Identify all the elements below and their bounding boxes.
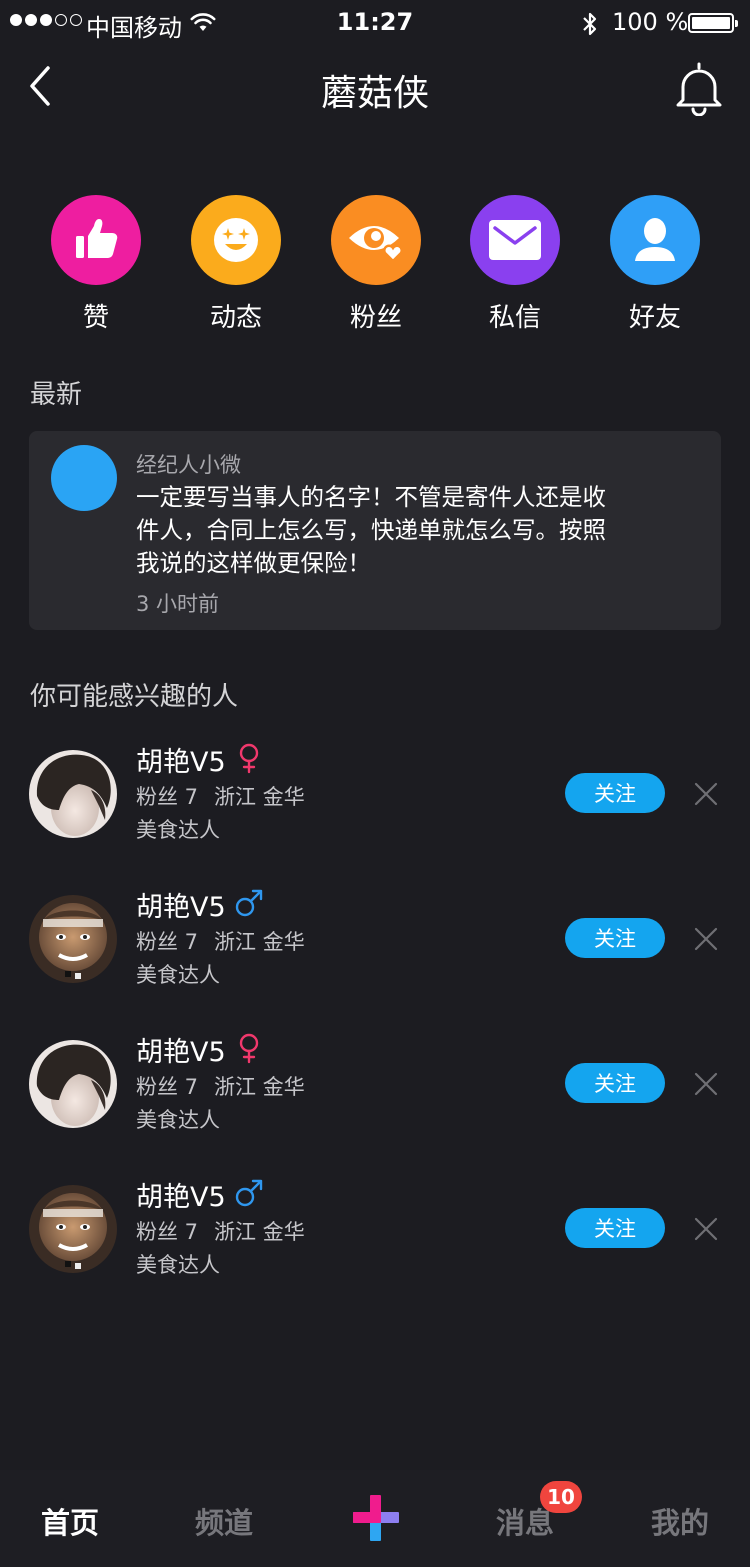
fans-count: 粉丝 7	[136, 1075, 199, 1099]
avatar[interactable]	[29, 895, 117, 983]
bluetooth-icon	[583, 12, 597, 36]
eye-heart-icon	[331, 195, 421, 285]
quick-actions: 赞 动态 粉丝 私信 好友	[0, 195, 750, 345]
page-title: 蘑菇侠	[320, 73, 429, 114]
action-like-label: 赞	[82, 303, 109, 333]
smiley-icon	[191, 195, 281, 285]
action-friends[interactable]: 好友	[585, 195, 725, 334]
tab-bar: 首页 频道 消息 10 我的	[0, 1470, 750, 1567]
follow-button[interactable]: 关注	[565, 918, 665, 958]
close-icon[interactable]	[693, 1216, 719, 1242]
person-tag: 美食达人	[136, 1253, 220, 1277]
mail-icon	[470, 195, 560, 285]
navigation-bar: 蘑菇侠	[0, 48, 750, 128]
follow-button[interactable]: 关注	[565, 773, 665, 813]
person-tag: 美食达人	[136, 818, 220, 842]
publish-plus-icon[interactable]	[353, 1495, 399, 1541]
list-item[interactable]: 胡艳V5 粉丝 7 浙江 金华 美食达人 关注	[0, 889, 750, 1015]
action-messages[interactable]: 私信	[445, 195, 585, 334]
close-icon[interactable]	[693, 1071, 719, 1097]
close-icon[interactable]	[693, 781, 719, 807]
avatar[interactable]	[29, 750, 117, 838]
battery-icon	[688, 13, 738, 33]
tab-home[interactable]: 首页	[41, 1500, 99, 1542]
action-like[interactable]: 赞	[26, 195, 166, 334]
tab-messages[interactable]: 消息 10	[496, 1481, 582, 1542]
suggest-section-title: 你可能感兴趣的人	[30, 682, 239, 712]
person-meta: 粉丝 7 浙江 金华	[136, 1071, 305, 1101]
battery-percentage: 100 %	[612, 8, 689, 36]
person-meta: 粉丝 7 浙江 金华	[136, 926, 305, 956]
action-feed[interactable]: 动态	[166, 195, 306, 334]
person-name[interactable]: 胡艳V5	[136, 1030, 226, 1069]
list-item[interactable]: 胡艳V5 粉丝 7 浙江 金华 美食达人 关注	[0, 1033, 750, 1160]
bell-icon[interactable]	[674, 60, 724, 116]
status-bar: 中国移动 11:27 100 %	[0, 0, 750, 48]
thumbs-up-icon	[51, 195, 141, 285]
avatar[interactable]	[29, 1040, 117, 1128]
female-icon	[239, 1033, 259, 1064]
fans-count: 粉丝 7	[136, 930, 199, 954]
follow-button[interactable]: 关注	[565, 1063, 665, 1103]
person-name[interactable]: 胡艳V5	[136, 740, 226, 779]
fans-count: 粉丝 7	[136, 1220, 199, 1244]
message-time: 3 小时前	[136, 592, 220, 616]
tab-messages-label: 消息	[496, 1506, 555, 1540]
action-feed-label: 动态	[209, 303, 262, 333]
tab-channel[interactable]: 频道	[195, 1500, 253, 1542]
action-fans[interactable]: 粉丝	[306, 195, 446, 334]
person-name[interactable]: 胡艳V5	[136, 1175, 226, 1214]
avatar[interactable]	[29, 1185, 117, 1273]
notification-badge: 10	[540, 1481, 582, 1513]
male-icon	[235, 889, 263, 917]
latest-message-card[interactable]: 经纪人小微 一定要写当事人的名字！不管是寄件人还是收件人，合同上怎么写，快递单就…	[29, 431, 721, 630]
location: 浙江 金华	[214, 1075, 305, 1099]
latest-section-title: 最新	[30, 380, 83, 410]
tab-mine[interactable]: 我的	[651, 1500, 709, 1542]
avatar	[51, 445, 117, 511]
person-name[interactable]: 胡艳V5	[136, 885, 226, 924]
follow-button[interactable]: 关注	[565, 1208, 665, 1248]
action-messages-label: 私信	[488, 303, 541, 333]
list-item[interactable]: 胡艳V5 粉丝 7 浙江 金华 美食达人 关注	[0, 1179, 750, 1305]
close-icon[interactable]	[693, 926, 719, 952]
person-icon	[610, 195, 700, 285]
action-friends-label: 好友	[628, 303, 681, 333]
male-icon	[235, 1179, 263, 1207]
person-meta: 粉丝 7 浙江 金华	[136, 1216, 305, 1246]
message-content: 一定要写当事人的名字！不管是寄件人还是收件人，合同上怎么写，快递单就怎么写。按照…	[136, 483, 606, 577]
location: 浙江 金华	[214, 930, 305, 954]
list-item[interactable]: 胡艳V5 粉丝 7 浙江 金华 美食达人 关注	[0, 743, 750, 870]
person-meta: 粉丝 7 浙江 金华	[136, 781, 305, 811]
person-tag: 美食达人	[136, 1108, 220, 1132]
location: 浙江 金华	[214, 785, 305, 809]
action-fans-label: 粉丝	[349, 303, 402, 333]
fans-count: 粉丝 7	[136, 785, 199, 809]
message-author: 经纪人小微	[136, 453, 241, 477]
person-tag: 美食达人	[136, 963, 220, 987]
female-icon	[239, 743, 259, 774]
location: 浙江 金华	[214, 1220, 305, 1244]
